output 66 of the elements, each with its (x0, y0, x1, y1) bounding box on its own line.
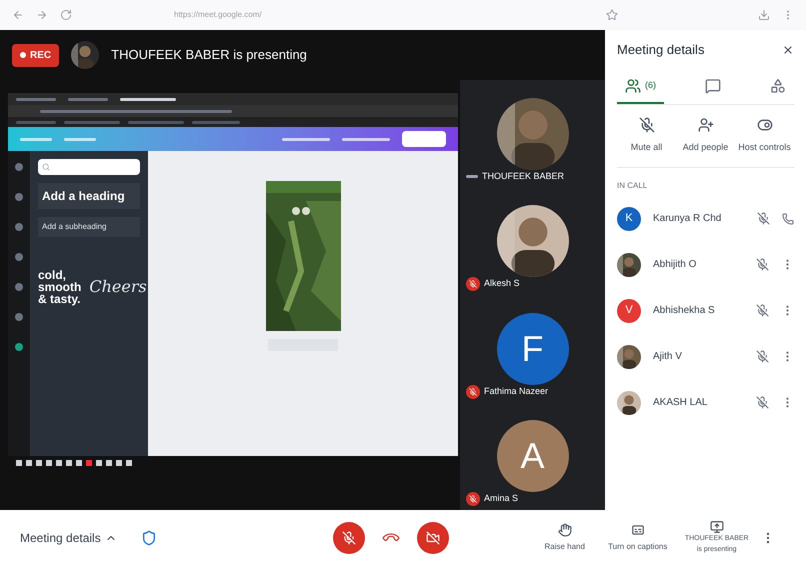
mic-off-icon[interactable] (756, 258, 769, 271)
participant-name: Karunya R Chd (653, 212, 722, 226)
action-button[interactable]: Mute all (617, 117, 676, 154)
participant-name: Amina S (484, 492, 518, 506)
text-line (342, 138, 390, 140)
text-line (16, 98, 56, 100)
mic-off-icon[interactable] (756, 304, 769, 317)
search-icon (42, 163, 50, 171)
camera-button[interactable] (416, 522, 449, 554)
chat-icon (705, 78, 721, 94)
avatar: A (496, 420, 568, 492)
section-label: IN CALL (617, 180, 648, 192)
mic-off-icon[interactable] (756, 396, 769, 409)
avatar: V (617, 298, 641, 322)
mic-off-icon (342, 530, 356, 544)
text-line (192, 120, 240, 124)
avatar: K (617, 206, 641, 230)
mic-off-icon[interactable] (757, 212, 770, 225)
text-line (20, 138, 52, 140)
font-sample: Cheers (89, 276, 147, 298)
hand-icon (558, 522, 572, 536)
text-line (120, 98, 176, 100)
text-line (64, 138, 96, 140)
reload-icon[interactable] (60, 9, 72, 21)
panel-title: Meeting details (617, 41, 704, 60)
camera-off-icon (426, 530, 440, 544)
captions-icon (630, 522, 645, 536)
toggle-icon (756, 117, 772, 133)
participant-name: Abhijith O (653, 258, 698, 272)
action-button[interactable]: Add people (676, 117, 735, 154)
subheading-option: Add a subheading (38, 217, 140, 237)
star-icon[interactable] (606, 9, 618, 21)
text-line (16, 120, 56, 124)
text-line (128, 120, 184, 124)
panel-tab[interactable]: (6) (617, 70, 664, 104)
mic-off-icon (638, 117, 654, 133)
participant-name: THOUFEEK BABER (482, 170, 564, 183)
download-icon[interactable] (758, 9, 770, 21)
meeting-details-button[interactable]: Meeting details (20, 528, 117, 546)
mic-off-icon[interactable] (756, 350, 769, 363)
heading-option: Add a heading (38, 183, 140, 209)
font-sample: cold, smooth & tasty. (38, 269, 82, 305)
action-button[interactable]: Host controls (735, 117, 794, 154)
add-person-icon (698, 117, 714, 133)
shield-icon[interactable] (140, 530, 157, 546)
participant-name: AKASH LAL (653, 396, 708, 410)
participant-name: Fathima Nazeer (484, 384, 548, 398)
text-line (64, 120, 120, 124)
close-icon[interactable] (782, 44, 794, 56)
back-icon[interactable] (12, 9, 24, 21)
mic-button[interactable] (332, 522, 365, 554)
participant-name: Alkesh S (484, 277, 520, 290)
raise-hand-button[interactable]: Raise hand (534, 522, 595, 552)
captions-button[interactable]: Turn on captions (602, 522, 673, 552)
activities-icon (770, 78, 786, 94)
participant-name: Ajith V (653, 350, 683, 364)
avatar: F (496, 312, 568, 385)
participant-name: Abhishekha S (653, 304, 716, 318)
text-line (68, 98, 108, 100)
presenter-label: THOUFEEK BABER is presenting (111, 46, 307, 64)
phone-icon[interactable] (782, 212, 794, 224)
rec-badge: REC (12, 44, 60, 66)
present-screen-icon (710, 520, 724, 534)
people-icon (625, 78, 641, 94)
text-line (282, 138, 330, 140)
forward-icon[interactable] (36, 9, 48, 21)
